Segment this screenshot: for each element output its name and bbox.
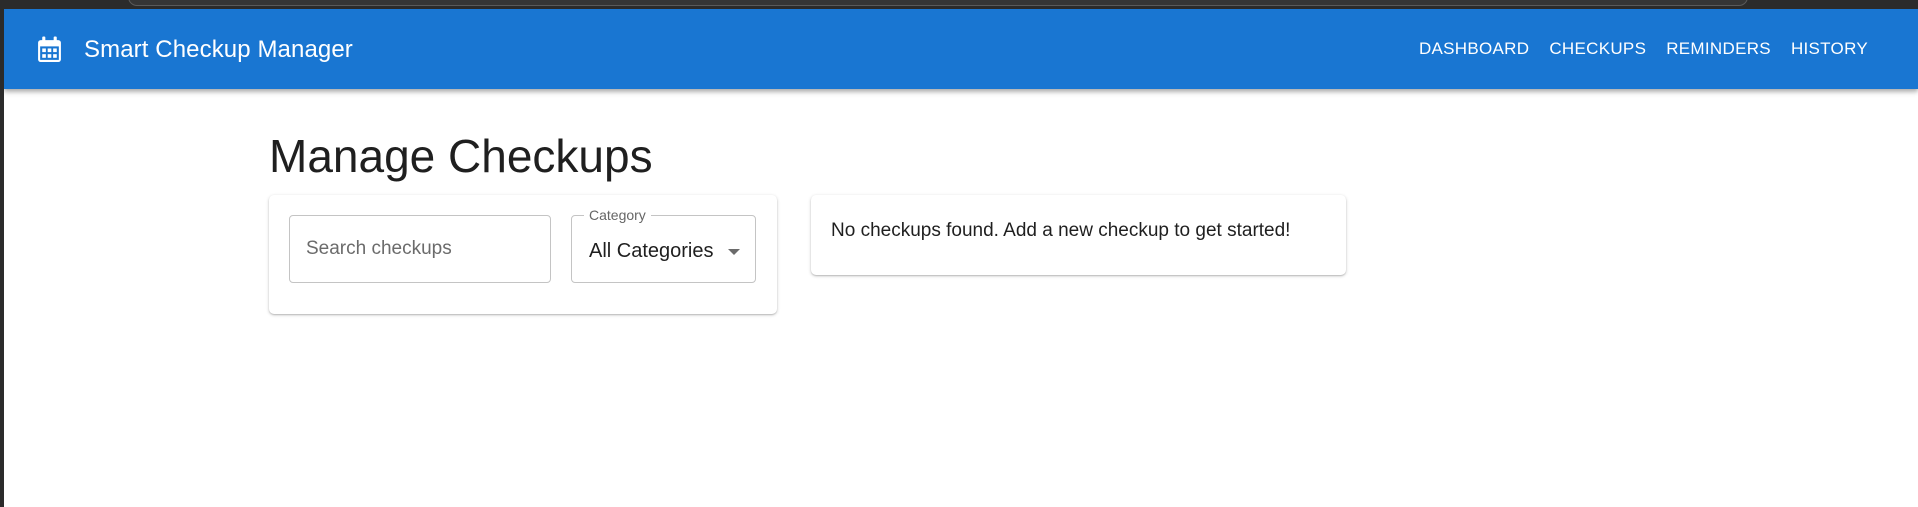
page-title: Manage Checkups bbox=[269, 130, 653, 182]
empty-state-card: No checkups found. Add a new checkup to … bbox=[811, 195, 1346, 275]
calendar-icon bbox=[38, 36, 61, 62]
category-value: All Categories bbox=[589, 240, 714, 262]
nav-checkups[interactable]: CHECKUPS bbox=[1539, 31, 1656, 67]
app-title: Smart Checkup Manager bbox=[84, 36, 353, 63]
main-nav: DASHBOARD CHECKUPS REMINDERS HISTORY bbox=[1409, 9, 1878, 89]
browser-chrome-strip bbox=[0, 0, 1918, 9]
category-label: Category bbox=[584, 206, 651, 224]
address-bar-edge bbox=[128, 0, 1748, 6]
nav-dashboard[interactable]: DASHBOARD bbox=[1409, 31, 1539, 67]
nav-reminders[interactable]: REMINDERS bbox=[1656, 31, 1781, 67]
empty-state-message: No checkups found. Add a new checkup to … bbox=[831, 220, 1291, 241]
search-input[interactable] bbox=[289, 215, 551, 283]
nav-history[interactable]: HISTORY bbox=[1781, 31, 1878, 67]
filter-card: Category All Categories bbox=[269, 195, 777, 314]
app-bar: Smart Checkup Manager DASHBOARD CHECKUPS… bbox=[4, 9, 1918, 89]
dropdown-arrow-icon bbox=[728, 249, 740, 255]
category-select[interactable]: Category All Categories bbox=[571, 206, 756, 283]
app-viewport: Smart Checkup Manager DASHBOARD CHECKUPS… bbox=[4, 9, 1918, 507]
